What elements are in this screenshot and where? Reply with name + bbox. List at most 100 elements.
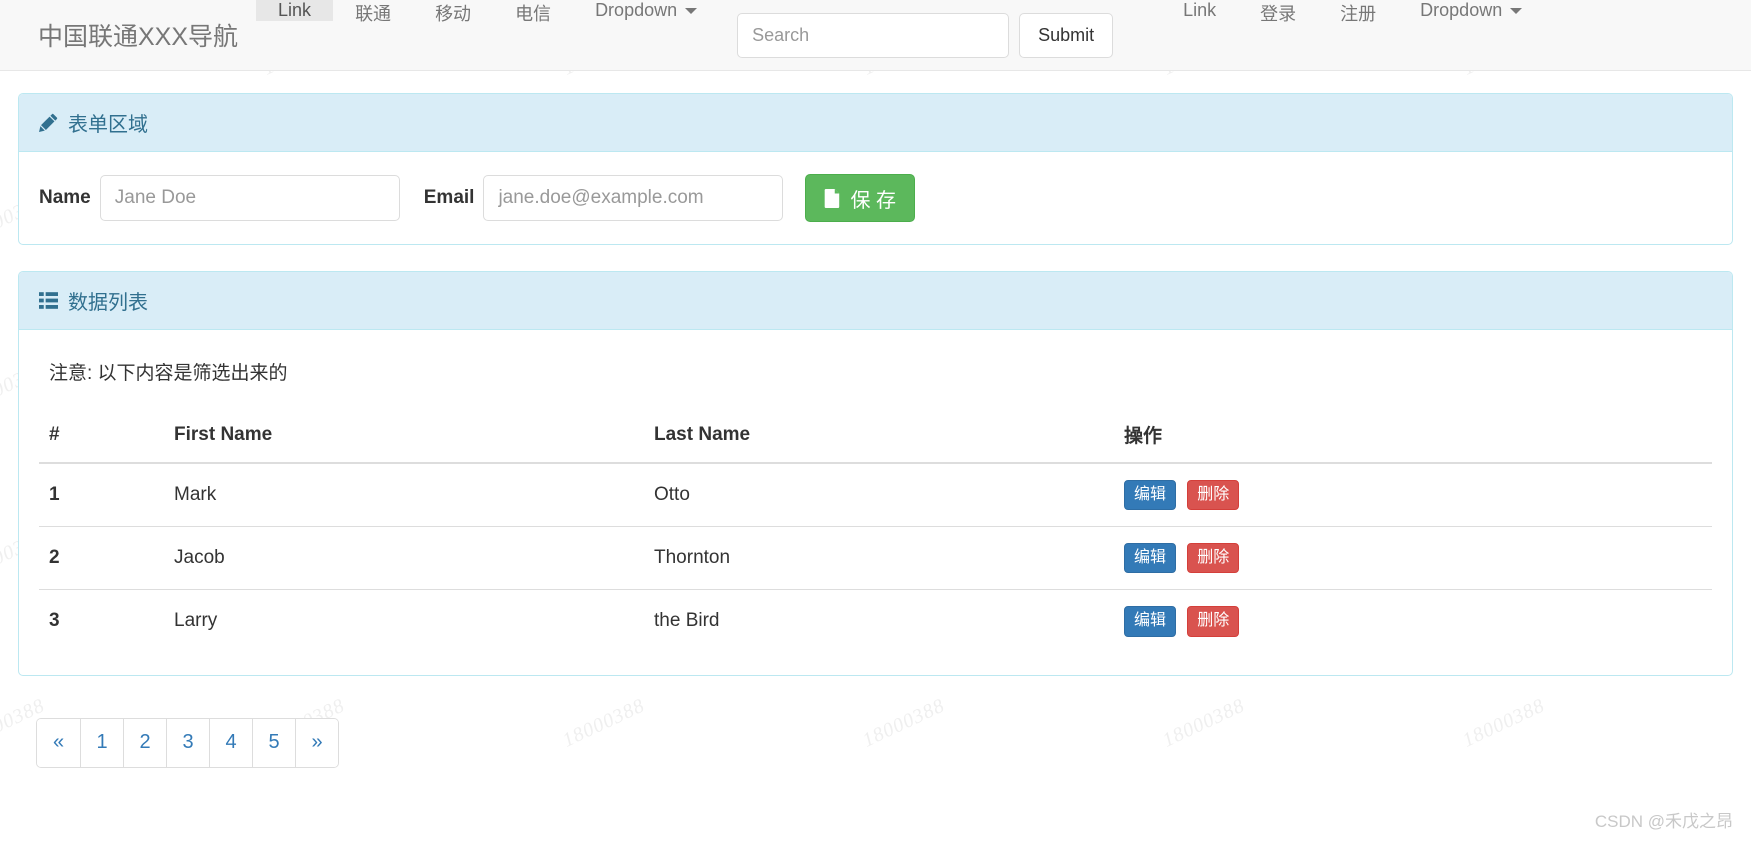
csdn-watermark: CSDN @禾戊之昂 bbox=[1594, 812, 1733, 831]
nav-item-dropdown[interactable]: Dropdown bbox=[573, 0, 719, 21]
nav-list-item: Link bbox=[256, 0, 334, 70]
data-table-head: # First Name Last Name 操作 bbox=[39, 411, 1712, 464]
file-icon bbox=[824, 188, 841, 208]
navbar-search-form: Submit bbox=[737, 0, 1114, 70]
chevron-down-icon bbox=[685, 7, 698, 14]
pagination-page-3[interactable]: 3 bbox=[166, 718, 209, 767]
column-header-first-name: First Name bbox=[164, 411, 644, 464]
pencil-icon bbox=[39, 113, 58, 132]
delete-button[interactable]: 删除 bbox=[1187, 480, 1240, 511]
form-panel-body: Name Email 保 存 bbox=[19, 152, 1732, 244]
nav-list-item: 联通 bbox=[333, 0, 413, 70]
user-form: Name Email 保 存 bbox=[39, 174, 1712, 222]
nav-list-item: 登录 bbox=[1238, 0, 1318, 70]
pagination-item: 3 bbox=[166, 718, 209, 767]
nav-list-item: 电信 bbox=[493, 0, 573, 70]
table-row: 1 Mark Otto 编辑 删除 bbox=[39, 462, 1712, 527]
data-list-panel: 数据列表 注意: 以下内容是筛选出来的 # First Name Last Na… bbox=[18, 271, 1733, 676]
nav-item-dianxin[interactable]: 电信 bbox=[493, 0, 573, 26]
column-header-index: # bbox=[39, 411, 164, 464]
nav-item-label: 联通 bbox=[355, 4, 392, 24]
nav-list-item: Dropdown bbox=[573, 0, 719, 70]
cell-first-name: Mark bbox=[164, 462, 644, 527]
table-row: 2 Jacob Thornton 编辑 删除 bbox=[39, 526, 1712, 590]
delete-button[interactable]: 删除 bbox=[1187, 606, 1240, 637]
pagination-item: 1 bbox=[80, 718, 123, 767]
th-list-icon bbox=[39, 292, 58, 309]
nav-item-label: 登录 bbox=[1260, 4, 1297, 24]
cell-first-name: Jacob bbox=[164, 526, 644, 590]
edit-button[interactable]: 编辑 bbox=[1124, 606, 1177, 637]
pagination-page-5[interactable]: 5 bbox=[252, 718, 295, 767]
data-list-panel-body: 注意: 以下内容是筛选出来的 # First Name Last Name 操作… bbox=[19, 330, 1732, 675]
name-input[interactable] bbox=[99, 175, 400, 221]
nav-list-item: 注册 bbox=[1318, 0, 1398, 70]
data-table: # First Name Last Name 操作 1 Mark Otto 编辑… bbox=[39, 411, 1712, 653]
navbar-left-nav: Link 联通 移动 电信 Dropdown bbox=[256, 0, 719, 70]
cell-last-name: the Bird bbox=[644, 589, 1114, 653]
pagination-page-2[interactable]: 2 bbox=[123, 718, 166, 767]
chevron-down-icon bbox=[1510, 7, 1523, 14]
column-header-actions: 操作 bbox=[1114, 411, 1712, 464]
form-panel: 表单区域 Name Email 保 存 bbox=[18, 93, 1733, 245]
pagination-page-1[interactable]: 1 bbox=[80, 718, 123, 767]
nav-item-liantong[interactable]: 联通 bbox=[333, 0, 413, 26]
column-header-last-name: Last Name bbox=[644, 411, 1114, 464]
table-header-row: # First Name Last Name 操作 bbox=[39, 411, 1712, 464]
pagination-page-4[interactable]: 4 bbox=[209, 718, 252, 767]
nav-item-dropdown-right[interactable]: Dropdown bbox=[1398, 0, 1544, 21]
navbar-inner: 中国联通XXX导航 Link 联通 移动 电信 Dropdown Search … bbox=[18, 0, 1751, 70]
cell-index: 2 bbox=[39, 526, 164, 590]
pagination-next[interactable]: » bbox=[295, 718, 338, 767]
nav-item-login[interactable]: 登录 bbox=[1238, 0, 1318, 26]
cell-index: 1 bbox=[39, 462, 164, 527]
nav-item-label: Dropdown bbox=[1420, 0, 1503, 20]
form-panel-title: 表单区域 bbox=[68, 114, 148, 136]
pagination-item: 5 bbox=[252, 718, 295, 767]
page-container: 表单区域 Name Email 保 存 bbox=[0, 71, 1751, 768]
nav-item-label: 移动 bbox=[435, 4, 472, 24]
pagination: « 1 2 3 4 5 » bbox=[36, 717, 339, 768]
navbar-brand[interactable]: 中国联通XXX导航 bbox=[18, 0, 256, 70]
cell-actions: 编辑 删除 bbox=[1114, 589, 1712, 653]
pagination-item: « bbox=[37, 718, 80, 767]
search-submit-button[interactable]: Submit bbox=[1019, 12, 1114, 58]
data-table-body: 1 Mark Otto 编辑 删除 2 Jacob Thornton 编辑 删除… bbox=[39, 462, 1712, 653]
table-row: 3 Larry the Bird 编辑 删除 bbox=[39, 589, 1712, 653]
top-navbar: 中国联通XXX导航 Link 联通 移动 电信 Dropdown Search … bbox=[0, 0, 1751, 71]
nav-item-label: 注册 bbox=[1340, 4, 1377, 24]
nav-list-item: Link bbox=[1161, 0, 1238, 70]
edit-button[interactable]: 编辑 bbox=[1124, 543, 1177, 574]
nav-list-item: 移动 bbox=[413, 0, 493, 70]
edit-button[interactable]: 编辑 bbox=[1124, 480, 1177, 511]
cell-actions: 编辑 删除 bbox=[1114, 462, 1712, 527]
cell-actions: 编辑 删除 bbox=[1114, 526, 1712, 590]
cell-last-name: Otto bbox=[644, 462, 1114, 527]
nav-item-link-right[interactable]: Link bbox=[1161, 0, 1238, 21]
save-button-label: 保 存 bbox=[850, 189, 897, 212]
cell-first-name: Larry bbox=[164, 589, 644, 653]
nav-item-label: Link bbox=[278, 0, 312, 20]
save-button[interactable]: 保 存 bbox=[805, 174, 916, 222]
cell-last-name: Thornton bbox=[644, 526, 1114, 590]
data-list-panel-heading: 数据列表 bbox=[19, 272, 1732, 330]
pagination-item: 2 bbox=[123, 718, 166, 767]
pagination-item: 4 bbox=[209, 718, 252, 767]
navbar-right-nav: Link 登录 注册 Dropdown bbox=[1161, 0, 1544, 70]
data-list-panel-title: 数据列表 bbox=[68, 292, 148, 314]
delete-button[interactable]: 删除 bbox=[1187, 543, 1240, 574]
nav-item-label: 电信 bbox=[515, 4, 552, 24]
nav-item-register[interactable]: 注册 bbox=[1318, 0, 1398, 26]
nav-item-label: Dropdown bbox=[595, 0, 678, 20]
nav-item-link[interactable]: Link bbox=[256, 0, 334, 21]
cell-index: 3 bbox=[39, 589, 164, 653]
nav-item-label: Link bbox=[1183, 0, 1217, 20]
nav-item-yidong[interactable]: 移动 bbox=[413, 0, 493, 26]
nav-list-item: Dropdown bbox=[1398, 0, 1544, 70]
pagination-item: » bbox=[295, 718, 338, 767]
name-label: Name bbox=[39, 187, 91, 208]
email-input[interactable] bbox=[483, 175, 784, 221]
email-label: Email bbox=[423, 187, 475, 208]
pagination-prev[interactable]: « bbox=[37, 718, 80, 767]
search-input[interactable] bbox=[737, 12, 1010, 58]
